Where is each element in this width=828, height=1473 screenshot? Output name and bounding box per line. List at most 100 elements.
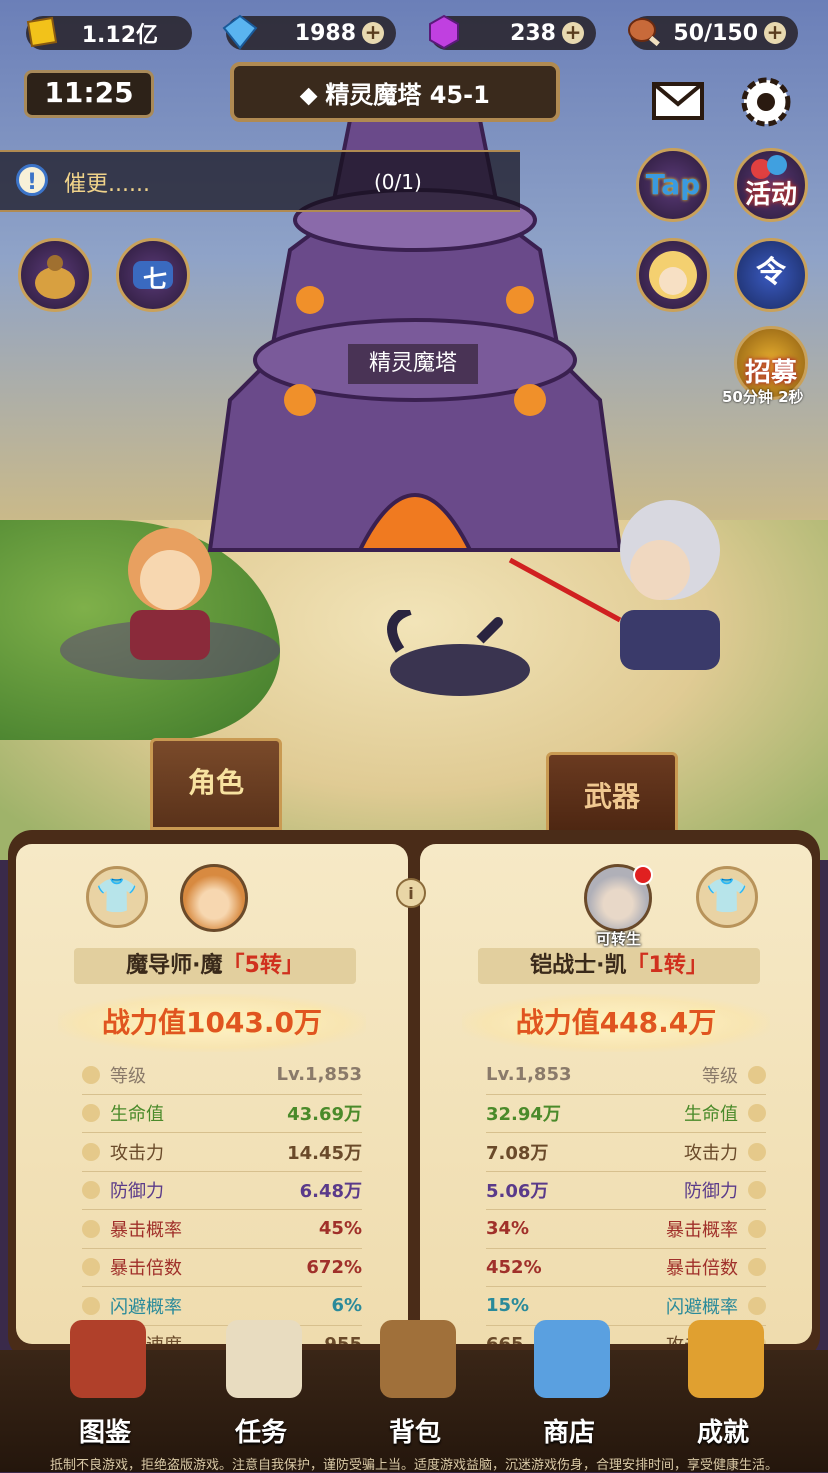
settings-button[interactable]: [734, 70, 798, 134]
hero-name: 铠战士·凯: [530, 953, 627, 978]
nav-bag[interactable]: 背包: [340, 1320, 490, 1454]
stat-value: Lv.1,853: [486, 1064, 572, 1086]
order-label: 令: [756, 255, 786, 290]
stat-row: 攻击力 14.45万: [82, 1133, 362, 1172]
stat-value: 955: [324, 1334, 362, 1344]
quest-text: 催更......: [64, 172, 150, 197]
hero-book-panel: 👕 魔导师·魔「5转」 战力值1043.0万 等级 Lv.1,853 生命值 43.6…: [8, 830, 820, 1360]
nav-label: 任务: [234, 1418, 287, 1448]
nav-label: 图鉴: [78, 1418, 131, 1448]
stat-row: 暴击概率 45%: [82, 1210, 362, 1249]
gem-icon: [429, 14, 459, 50]
quest-icon: [226, 1320, 302, 1398]
stat-value: 43.69万: [287, 1104, 362, 1126]
stat-label: 暴击倍数: [110, 1258, 182, 1280]
outfit-button[interactable]: 👕: [86, 866, 148, 928]
tap-label: Tap: [645, 168, 701, 201]
nav-label: 背包: [388, 1418, 441, 1448]
quest-tracker[interactable]: ! 催更...... (0/1): [0, 150, 520, 212]
stat-value: 45%: [318, 1218, 362, 1240]
rebirth-badge: 可转生: [596, 930, 642, 948]
quest-progress: (0/1): [374, 170, 422, 194]
stamina-counter: 50/150 +: [628, 16, 798, 50]
hero-face-icon: [649, 251, 697, 299]
notification-dot: [633, 865, 653, 885]
stat-icon: [748, 1181, 766, 1200]
add-gem-button[interactable]: +: [562, 22, 584, 44]
stat-icon: [748, 1258, 766, 1277]
left-hero-sprite: [60, 528, 280, 680]
right-hero-sprite: [508, 500, 720, 670]
order-button[interactable]: 令: [734, 238, 808, 312]
shirt-icon: 👕: [95, 876, 139, 916]
stat-icon: [748, 1296, 766, 1315]
stat-value: 34%: [486, 1218, 530, 1240]
gem-value: 238: [510, 20, 556, 46]
event-button[interactable]: 活动: [734, 148, 808, 222]
stat-value: 5.06万: [486, 1181, 549, 1203]
hero-tier: 「5转」: [222, 953, 304, 978]
codex-icon: [70, 1320, 146, 1398]
right-stats-list: 等级 Lv.1,853 生命值 32.94万 攻击力 7.08万防御力 5.06万暴击概率 3…: [486, 1056, 766, 1344]
recruit-label: 招募: [744, 358, 797, 388]
character-face-button[interactable]: [636, 238, 710, 312]
meat-icon: [628, 18, 660, 47]
outfit-button-right[interactable]: 👕: [696, 866, 758, 928]
stat-label: 暴击概率: [666, 1219, 738, 1241]
stat-icon: [82, 1258, 100, 1277]
stat-icon: [82, 1181, 100, 1200]
stamina-value: 50/150: [673, 20, 758, 46]
alert-icon: !: [16, 164, 48, 196]
stat-label: 闪避概率: [666, 1296, 738, 1318]
stat-value: 6%: [331, 1295, 362, 1317]
stat-row: 攻击力 7.08万: [486, 1133, 766, 1172]
nav-quest[interactable]: 任务: [186, 1320, 336, 1454]
left-hero-avatar[interactable]: [180, 864, 248, 932]
scroll-seven-button[interactable]: 七: [116, 238, 190, 312]
health-notice: 抵制不良游戏，拒绝盗版游戏。注意自我保护，谨防受骗上当。适度游戏益脑，沉迷游戏伤…: [49, 1458, 778, 1473]
game-clock: 11:25: [24, 70, 154, 118]
stat-row: 暴击概率 34%: [486, 1210, 766, 1249]
stat-icon: [82, 1065, 100, 1084]
gear-icon: [741, 77, 791, 127]
stat-row: 生命值 43.69万: [82, 1095, 362, 1133]
add-diamond-button[interactable]: +: [362, 22, 384, 44]
right-hero-power: 战力值448.4万: [462, 994, 770, 1052]
mail-button[interactable]: [648, 70, 708, 130]
nav-codex[interactable]: 图鉴: [30, 1320, 180, 1454]
stat-label: 攻击力: [684, 1142, 738, 1164]
scroll-badge: 七: [143, 265, 167, 293]
tap-button[interactable]: Tap: [636, 148, 710, 222]
stat-icon: [82, 1296, 100, 1315]
nav-shop[interactable]: 商店: [494, 1320, 644, 1454]
stat-row: 生命值 32.94万: [486, 1095, 766, 1133]
stat-label: 暴击概率: [110, 1219, 182, 1241]
nav-label: 成就: [696, 1418, 749, 1448]
event-label: 活动: [744, 180, 797, 210]
stat-label: 等级: [702, 1065, 738, 1087]
treasure-bag-button[interactable]: [18, 238, 92, 312]
right-hero-avatar[interactable]: [584, 864, 653, 932]
stat-icon: [82, 1104, 100, 1123]
stat-icon: [82, 1142, 100, 1161]
hero-tier: 「1转」: [626, 953, 708, 978]
tab-character[interactable]: 角色: [150, 738, 282, 830]
nav-achievement[interactable]: 成就: [648, 1320, 798, 1454]
shirt-icon: 👕: [705, 876, 749, 916]
stage-selector[interactable]: ⬥ 精灵魔塔 45-1: [230, 62, 560, 122]
stat-label: 暴击倍数: [666, 1258, 738, 1280]
stat-row: 暴击倍数 672%: [82, 1249, 362, 1287]
stat-label: 防御力: [684, 1181, 738, 1203]
stat-icon: [748, 1219, 766, 1238]
diamond-counter: 1988 +: [222, 14, 396, 50]
gold-icon: [26, 16, 58, 48]
add-stamina-button[interactable]: +: [764, 22, 786, 44]
stat-row: 防御力 6.48万: [82, 1172, 362, 1210]
info-button[interactable]: i: [396, 878, 426, 908]
stat-label: 闪避概率: [110, 1296, 182, 1318]
shop-icon: [534, 1320, 610, 1398]
bag-icon: [35, 255, 75, 299]
chevron-icon: ⬥: [300, 81, 318, 109]
achievement-icon: [688, 1320, 764, 1398]
left-stats-list: 等级 Lv.1,853 生命值 43.69万 攻击力 14.45万 防御力 6.48万 暴击概率…: [82, 1056, 362, 1344]
